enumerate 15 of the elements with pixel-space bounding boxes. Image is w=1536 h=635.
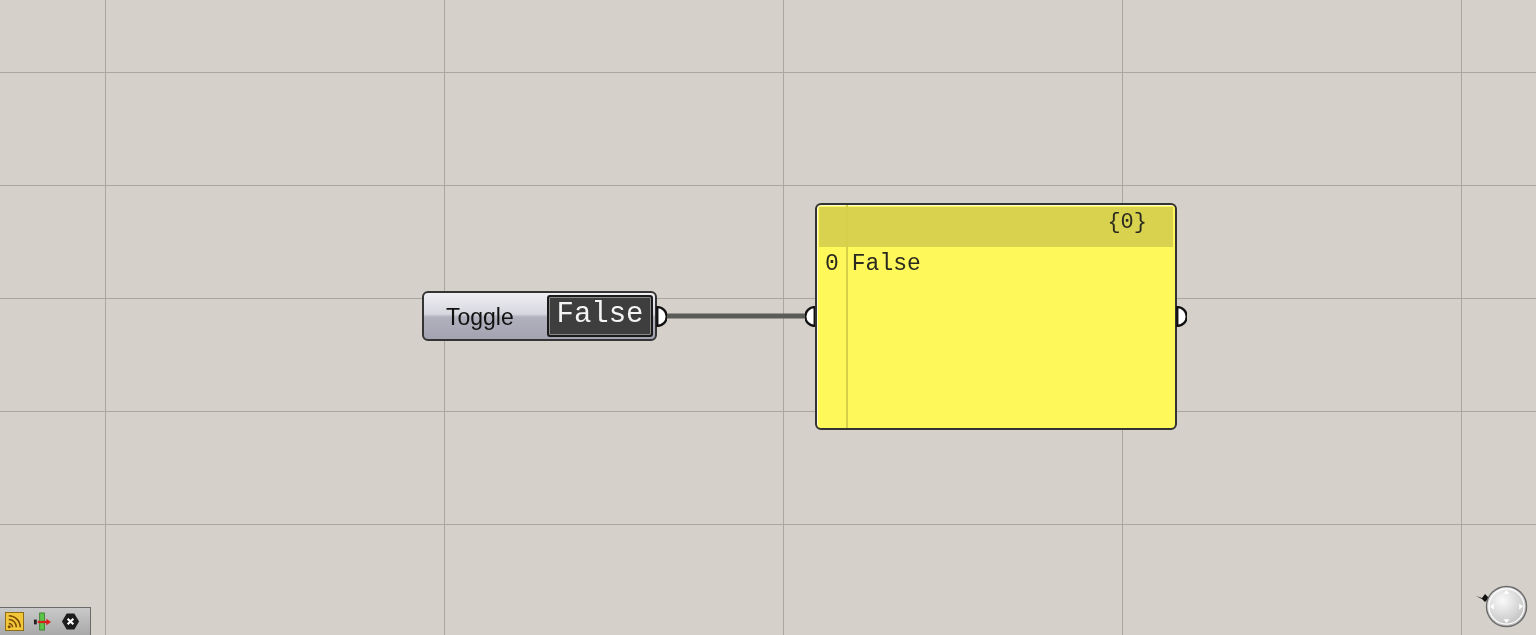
- close-icon[interactable]: [61, 612, 80, 631]
- bar-arrow-icon[interactable]: [33, 612, 52, 631]
- row-value: False: [851, 251, 921, 277]
- navigation-wheel-icon[interactable]: [1485, 585, 1528, 628]
- toggle-component[interactable]: Toggle False: [422, 291, 657, 341]
- toggle-value-button[interactable]: False: [547, 295, 653, 337]
- toggle-label: Toggle: [446, 304, 514, 331]
- data-panel[interactable]: {0} 0 False: [815, 203, 1177, 430]
- arrow-icon: [1476, 593, 1490, 603]
- branch-path-label: {0}: [1107, 210, 1147, 235]
- output-port-icon[interactable]: [656, 306, 667, 327]
- input-port-icon[interactable]: [805, 306, 816, 327]
- output-port-icon[interactable]: [1176, 306, 1187, 327]
- row-index: 0: [825, 251, 839, 277]
- signal-waves-icon[interactable]: [5, 612, 24, 631]
